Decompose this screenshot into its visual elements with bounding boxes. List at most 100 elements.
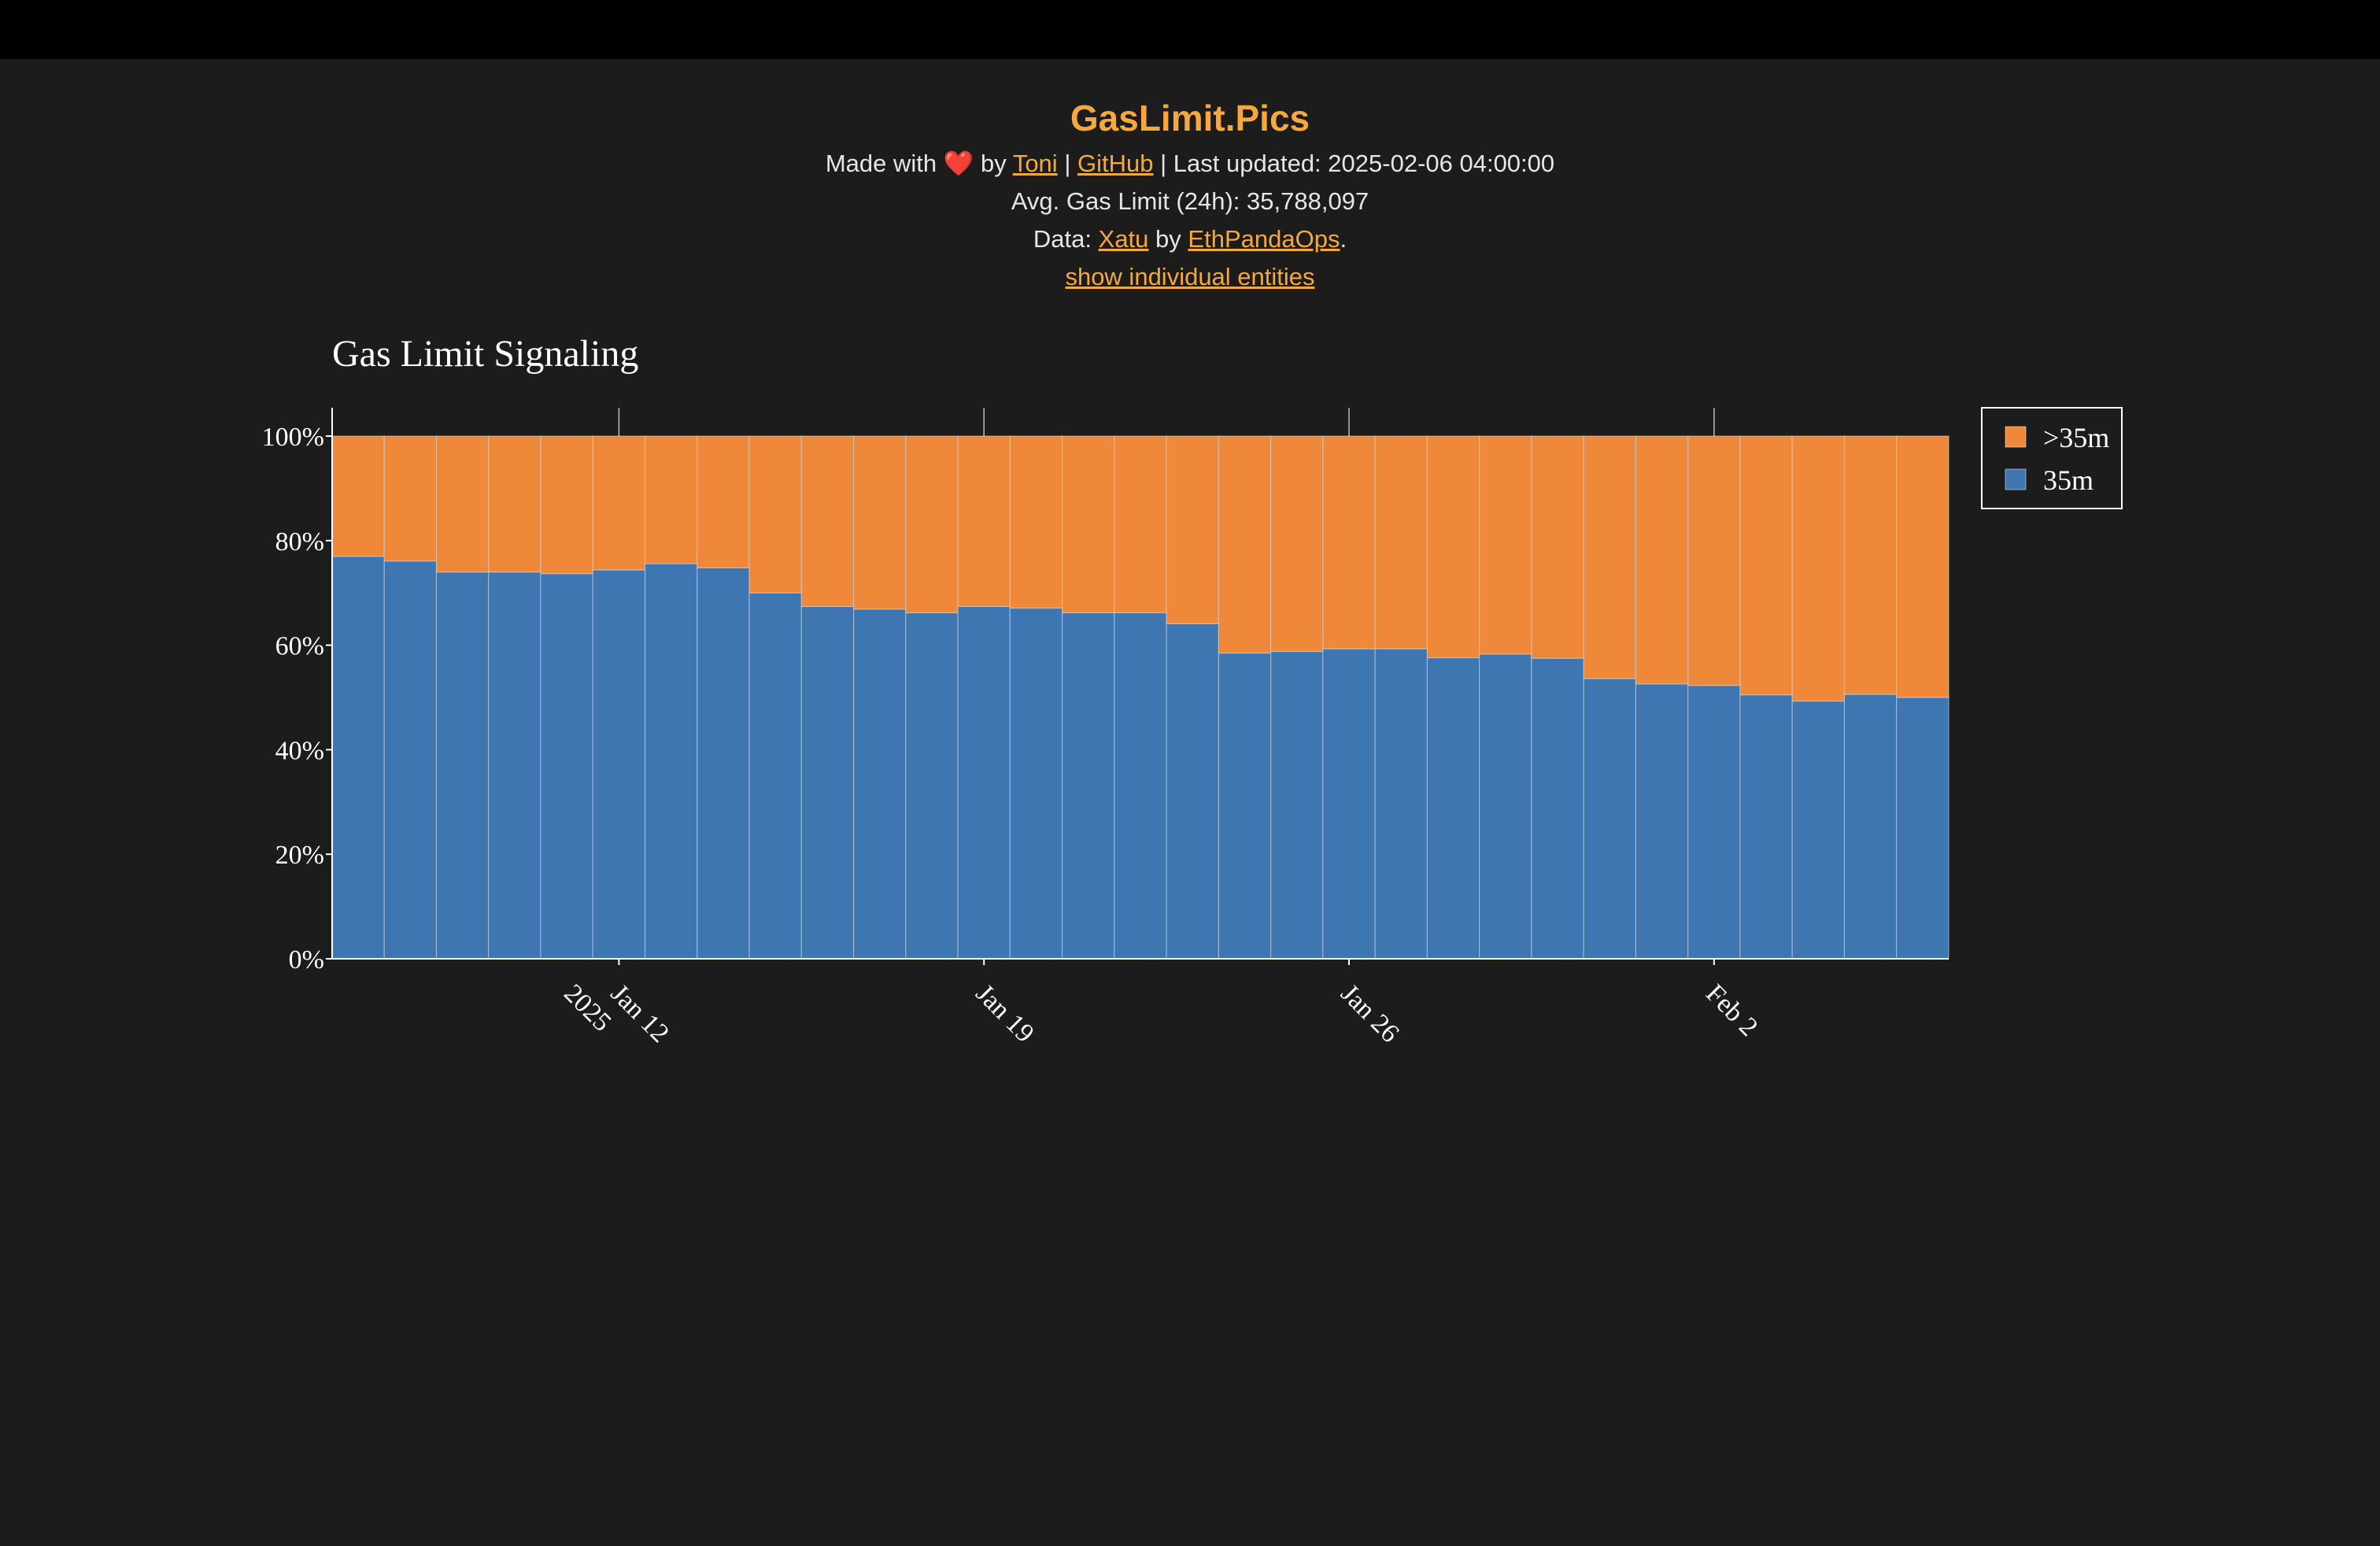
bar-gt35m-2025-02-03[interactable]	[1739, 435, 1793, 696]
bar-gt35m-2025-01-20[interactable]	[1009, 435, 1063, 609]
bar-35m-2025-01-15[interactable]	[748, 592, 802, 960]
separator: |	[1160, 150, 1167, 177]
toggle-line: show individual entities	[0, 258, 2380, 296]
bar-gt35m-2025-01-07[interactable]	[331, 435, 385, 557]
bar-35m-2025-01-09[interactable]	[435, 571, 490, 960]
bar-gt35m-2025-01-18[interactable]	[905, 435, 959, 614]
bar-gt35m-2025-02-01[interactable]	[1635, 435, 1689, 685]
bar-35m-2025-02-02[interactable]	[1687, 685, 1741, 960]
bar-35m-2025-01-22[interactable]	[1114, 612, 1167, 960]
bar-35m-2025-02-01[interactable]	[1635, 683, 1689, 960]
bar-gt35m-2025-01-30[interactable]	[1531, 435, 1584, 659]
bar-35m-2025-01-20[interactable]	[1009, 607, 1063, 960]
github-link[interactable]: GitHub	[1077, 150, 1153, 177]
avg-gas-limit-text: Avg. Gas Limit (24h): 35,788,097	[1011, 187, 1369, 215]
bar-gt35m-2025-01-15[interactable]	[748, 435, 802, 594]
bar-gt35m-2025-01-21[interactable]	[1062, 435, 1115, 614]
credits-line: Made with ❤️ by Toni | GitHub | Last upd…	[0, 145, 2380, 183]
bar-gt35m-2025-01-22[interactable]	[1114, 435, 1167, 614]
bars-layer	[331, 435, 1949, 960]
bar-35m-2025-01-14[interactable]	[697, 567, 750, 960]
x-tick-label-group: Feb 2	[1700, 978, 1763, 1041]
x-tick-label: Jan 12	[605, 978, 674, 1048]
author-link[interactable]: Toni	[1013, 150, 1058, 177]
bar-gt35m-2025-02-02[interactable]	[1687, 435, 1741, 686]
page-header: GasLimit.Pics Made with ❤️ by Toni | Git…	[0, 91, 2380, 296]
bar-35m-2025-02-05[interactable]	[1843, 693, 1898, 960]
bar-gt35m-2025-01-12[interactable]	[592, 435, 646, 571]
bar-35m-2025-01-19[interactable]	[957, 605, 1011, 960]
bar-35m-2025-02-06[interactable]	[1896, 697, 1949, 960]
bar-gt35m-2025-01-23[interactable]	[1166, 435, 1219, 624]
bar-gt35m-2025-01-19[interactable]	[957, 435, 1011, 608]
y-tick-label: 60%	[275, 632, 324, 661]
y-tick-label: 0%	[289, 945, 324, 975]
bar-gt35m-2025-01-09[interactable]	[435, 435, 490, 573]
bar-gt35m-2025-01-16[interactable]	[800, 435, 855, 608]
bar-35m-2025-01-28[interactable]	[1426, 656, 1480, 960]
bar-gt35m-2025-01-24[interactable]	[1218, 435, 1272, 654]
data-source-line: Data: Xatu by EthPandaOps.	[0, 220, 2380, 258]
bar-gt35m-2025-01-13[interactable]	[644, 435, 698, 564]
bar-35m-2025-01-26[interactable]	[1322, 648, 1376, 960]
bar-35m-2025-01-25[interactable]	[1270, 650, 1324, 960]
xatu-link[interactable]: Xatu	[1099, 225, 1149, 253]
bar-35m-2025-01-29[interactable]	[1479, 653, 1532, 960]
bar-35m-2025-01-12[interactable]	[592, 569, 646, 960]
bar-gt35m-2025-01-17[interactable]	[852, 435, 907, 610]
legend-label[interactable]: >35m	[2043, 422, 2109, 453]
made-with-text: Made with	[825, 150, 937, 177]
bar-35m-2025-01-30[interactable]	[1531, 657, 1584, 960]
bar-gt35m-2025-02-04[interactable]	[1791, 435, 1846, 702]
legend-swatch-35m[interactable]	[2005, 468, 2027, 490]
ethpandaops-link[interactable]: EthPandaOps	[1188, 225, 1340, 253]
bar-gt35m-2025-01-11[interactable]	[540, 435, 593, 575]
bar-35m-2025-01-11[interactable]	[540, 573, 593, 960]
legend-swatch-gt35m[interactable]	[2005, 426, 2027, 448]
bar-gt35m-2025-01-25[interactable]	[1270, 435, 1324, 653]
site-title: GasLimit.Pics	[1070, 98, 1310, 139]
bar-35m-2025-01-18[interactable]	[905, 612, 959, 960]
bar-gt35m-2025-02-06[interactable]	[1896, 435, 1949, 698]
bar-gt35m-2025-01-10[interactable]	[488, 435, 541, 573]
x-tick-label-group: Jan 122025	[558, 978, 674, 1048]
bar-35m-2025-01-24[interactable]	[1218, 652, 1272, 960]
bar-gt35m-2025-01-08[interactable]	[383, 435, 438, 562]
bar-35m-2025-01-10[interactable]	[488, 571, 541, 960]
bar-gt35m-2025-01-29[interactable]	[1479, 435, 1532, 655]
bar-gt35m-2025-01-14[interactable]	[697, 435, 750, 568]
legend: >35m 35m	[1981, 407, 2123, 509]
heart-icon: ❤️	[943, 150, 974, 178]
x-tick-label: Jan 19	[970, 978, 1040, 1048]
bar-35m-2025-01-07[interactable]	[331, 556, 385, 960]
bar-gt35m-2025-01-26[interactable]	[1322, 435, 1376, 649]
bar-35m-2025-01-13[interactable]	[644, 563, 698, 960]
data-prefix: Data:	[1033, 225, 1092, 253]
bar-gt35m-2025-02-05[interactable]	[1843, 435, 1898, 695]
top-bar	[0, 0, 2380, 59]
x-tick-label: Jan 26	[1335, 978, 1404, 1048]
bar-35m-2025-01-31[interactable]	[1583, 678, 1637, 960]
bar-35m-2025-01-08[interactable]	[383, 560, 438, 960]
bar-35m-2025-01-23[interactable]	[1166, 623, 1219, 960]
last-updated-text: Last updated: 2025-02-06 04:00:00	[1173, 150, 1555, 177]
bar-35m-2025-02-03[interactable]	[1739, 694, 1793, 960]
x-tick-label-group: Jan 19	[970, 978, 1040, 1048]
show-individual-entities-link[interactable]: show individual entities	[1065, 263, 1314, 290]
bar-gt35m-2025-01-31[interactable]	[1583, 435, 1637, 679]
x-tick-label: Feb 2	[1700, 978, 1763, 1041]
bar-35m-2025-02-04[interactable]	[1791, 701, 1846, 960]
bar-35m-2025-01-21[interactable]	[1062, 612, 1115, 960]
bar-gt35m-2025-01-27[interactable]	[1374, 435, 1428, 649]
bar-35m-2025-01-17[interactable]	[852, 608, 907, 960]
x-tick-label-group: Jan 26	[1335, 978, 1404, 1048]
legend-label[interactable]: 35m	[2043, 464, 2094, 496]
y-tick-label: 80%	[275, 527, 324, 557]
chart-title: Gas Limit Signaling	[332, 333, 638, 375]
gas-limit-chart: Gas Limit Signaling 0% 20% 40% 60% 80% 100% Ja…	[262, 333, 2123, 1049]
bar-35m-2025-01-27[interactable]	[1374, 648, 1428, 960]
bar-gt35m-2025-01-28[interactable]	[1426, 435, 1480, 659]
y-tick-label: 20%	[275, 841, 324, 870]
bar-35m-2025-01-16[interactable]	[800, 605, 855, 960]
by-text: by	[981, 150, 1007, 177]
